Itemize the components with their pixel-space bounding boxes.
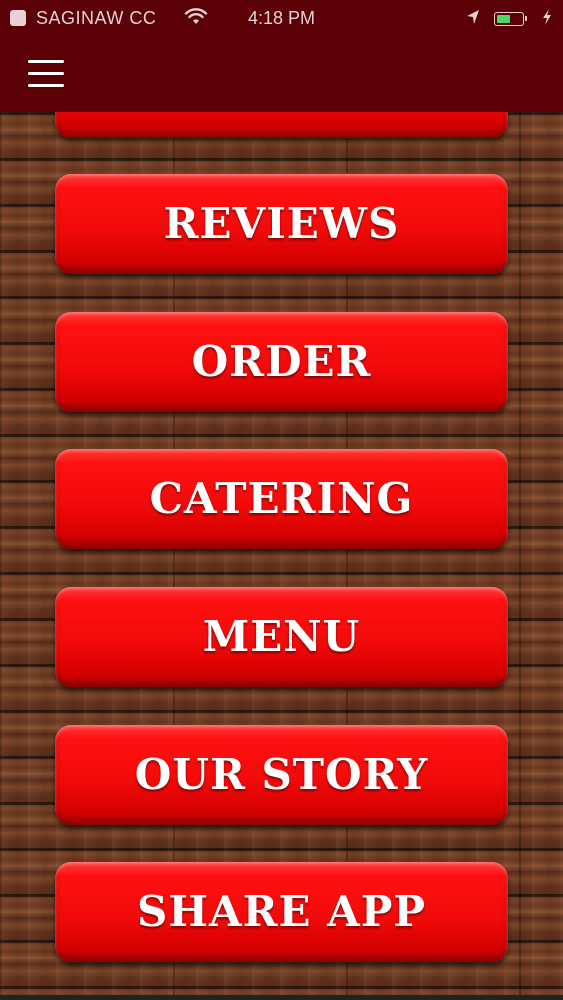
app-screen: REVIEWS ORDER CATERING MENU OUR STORY SH…	[0, 0, 563, 1000]
menu-button[interactable]: MENU	[55, 587, 508, 687]
bottom-edge	[0, 995, 563, 1000]
hamburger-menu-icon[interactable]	[28, 60, 64, 88]
app-header: SAGINAW CC 4:18 PM	[0, 0, 563, 112]
location-arrow-icon	[465, 8, 481, 31]
share-app-button[interactable]: SHARE APP	[55, 862, 508, 962]
charging-bolt-icon	[541, 8, 553, 31]
battery-level	[497, 15, 510, 23]
order-button[interactable]: ORDER	[55, 312, 508, 412]
battery-icon	[494, 12, 527, 26]
reviews-button[interactable]: REVIEWS	[55, 174, 508, 274]
our-story-button[interactable]: OUR STORY	[55, 725, 508, 825]
status-bar: SAGINAW CC 4:18 PM	[0, 0, 563, 40]
catering-button[interactable]: CATERING	[55, 449, 508, 549]
